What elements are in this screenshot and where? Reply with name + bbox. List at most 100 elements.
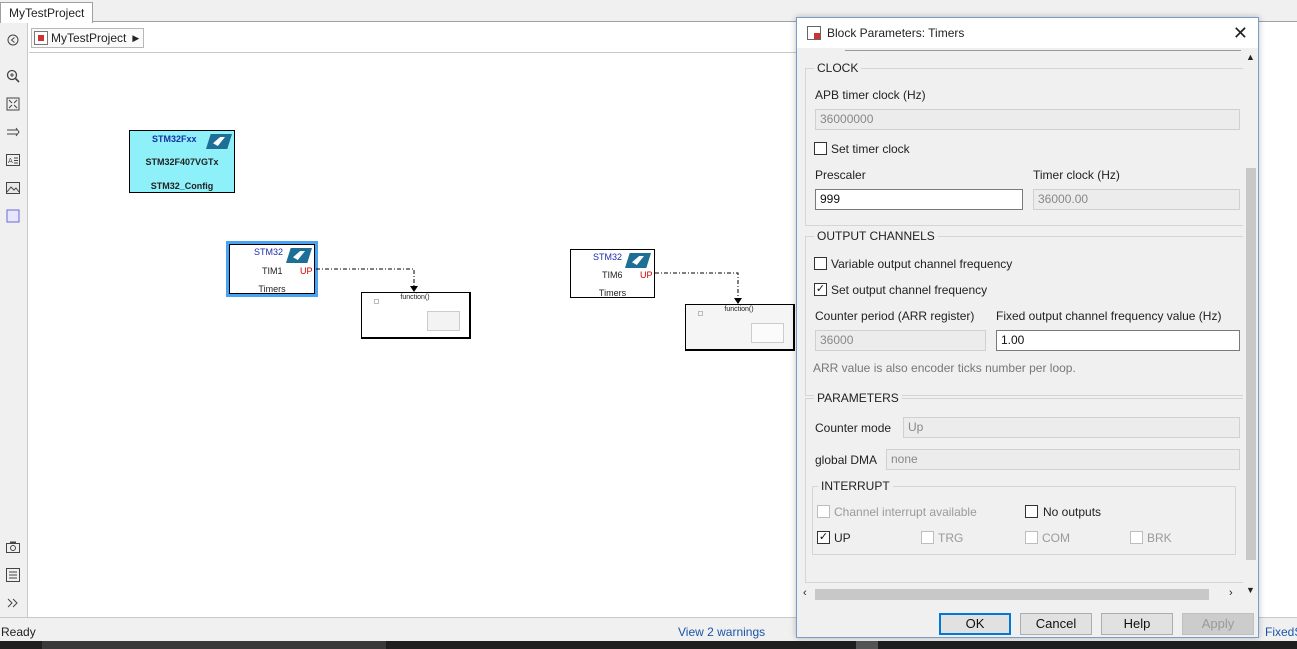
counter-mode-field: Up [903, 417, 1240, 438]
model-canvas[interactable]: STM32Fxx STM32F407VGTx STM32_Config STM3… [29, 54, 797, 617]
timer-clock-field: 36000.00 [1033, 189, 1240, 210]
func1-icon [427, 311, 460, 331]
parameters-group-label: PARAMETERS [814, 391, 902, 405]
left-toolbar: A [0, 23, 28, 617]
function-call-subsystem-2[interactable]: function() [685, 304, 795, 351]
trg-interrupt-label: TRG [938, 531, 964, 545]
st-logo-icon [625, 253, 651, 268]
no-outputs-checkbox[interactable] [1025, 505, 1038, 518]
st-logo-icon [286, 248, 312, 263]
counter-period-field: 36000 [815, 330, 986, 351]
model-browser-icon[interactable] [4, 566, 22, 584]
taskbar [0, 641, 1297, 649]
tim1-timer-label: TIM1 [262, 266, 283, 276]
status-ready: Ready [1, 625, 36, 639]
channel-interrupt-label: Channel interrupt available [834, 505, 977, 519]
tim6-timer-block[interactable]: STM32 TIM6 UP Timers [570, 249, 655, 298]
hide-browser-icon[interactable] [4, 31, 22, 49]
com-interrupt-label: COM [1042, 531, 1070, 545]
com-interrupt-checkbox [1025, 531, 1038, 544]
tim1-up-port[interactable]: UP [300, 266, 313, 276]
function-call-subsystem-1[interactable]: function() [361, 292, 471, 339]
func1-inport [374, 299, 379, 304]
horizontal-scroll-thumb[interactable] [815, 589, 1209, 600]
tim6-header: STM32 [593, 252, 623, 262]
fit-to-view-icon[interactable] [4, 95, 22, 113]
clock-group-label: CLOCK [814, 61, 862, 75]
scroll-up-icon[interactable]: ▲ [1246, 52, 1255, 62]
tim6-timer-label: TIM6 [602, 270, 623, 280]
tab-mytestproject[interactable]: MyTestProject [0, 2, 94, 23]
tim1-header: STM32 [254, 247, 284, 257]
stm32-config-block[interactable]: STM32Fxx STM32F407VGTx STM32_Config [129, 130, 235, 193]
signal-line-icon[interactable] [4, 123, 22, 141]
apb-clock-label: APB timer clock (Hz) [815, 88, 926, 102]
set-frequency-label: Set output channel frequency [831, 283, 988, 297]
brk-interrupt-checkbox [1130, 531, 1143, 544]
tim1-timer-block[interactable]: STM32 TIM1 UP Timers [229, 244, 315, 294]
solver-label[interactable]: FixedS [1265, 625, 1297, 639]
breadcrumb-label: MyTestProject [51, 31, 127, 45]
up-interrupt-checkbox[interactable]: ✓ [817, 531, 830, 544]
tab-label: MyTestProject [9, 6, 85, 20]
view-warnings-link[interactable]: View 2 warnings [678, 625, 765, 639]
config-device: STM32F407VGTx [145, 157, 219, 167]
set-timer-clock-checkbox[interactable] [814, 142, 827, 155]
clock-group: CLOCK APB timer clock (Hz) 36000000 Set … [805, 61, 1243, 226]
func2-inport [698, 311, 703, 316]
counter-mode-label: Counter mode [815, 421, 892, 435]
global-dma-field: none [886, 449, 1240, 470]
fixed-frequency-label: Fixed output channel frequency value (Hz… [996, 309, 1222, 323]
apb-clock-field: 36000000 [815, 109, 1240, 130]
close-icon[interactable]: ✕ [1233, 24, 1248, 42]
block-icon [807, 26, 821, 40]
output-channels-group-label: OUTPUT CHANNELS [814, 229, 938, 243]
cancel-button[interactable]: Cancel [1020, 613, 1092, 635]
output-channels-group: OUTPUT CHANNELS Variable output channel … [805, 229, 1243, 396]
tim1-name: Timers [258, 284, 286, 294]
timer-clock-label: Timer clock (Hz) [1033, 168, 1120, 182]
config-family: STM32Fxx [152, 134, 197, 144]
model-icon [34, 31, 48, 45]
annotation-icon[interactable]: A [4, 151, 22, 169]
set-frequency-checkbox[interactable]: ✓ [814, 283, 827, 296]
tim6-name: Timers [598, 288, 627, 298]
config-name: STM32_Config [150, 181, 214, 191]
scroll-down-icon[interactable]: ▼ [1246, 585, 1255, 595]
zoom-icon[interactable] [4, 67, 22, 85]
func2-icon [751, 323, 784, 343]
trg-interrupt-checkbox [921, 531, 934, 544]
expand-toolbar-icon[interactable] [4, 594, 22, 612]
brk-interrupt-label: BRK [1147, 531, 1172, 545]
screenshot-icon[interactable] [4, 538, 22, 556]
fixed-frequency-input[interactable]: 1.00 [996, 330, 1240, 351]
breadcrumb-bar: MyTestProject ▶ [29, 23, 797, 53]
vertical-scroll-thumb[interactable] [1246, 168, 1256, 560]
variable-frequency-checkbox[interactable] [814, 257, 827, 270]
variable-frequency-label: Variable output channel frequency [831, 257, 1013, 271]
breadcrumb[interactable]: MyTestProject ▶ [31, 28, 145, 48]
scroll-left-icon[interactable]: ‹ [803, 587, 807, 599]
help-button[interactable]: Help [1101, 613, 1173, 635]
block-parameters-dialog: Block Parameters: Timers ✕ CLOCK APB tim… [796, 17, 1259, 638]
up-interrupt-label: UP [834, 531, 851, 545]
vertical-scrollbar[interactable]: ▲ ▼ [1243, 48, 1258, 599]
image-icon[interactable] [4, 179, 22, 197]
tim6-up-port[interactable]: UP [640, 270, 653, 280]
no-outputs-label: No outputs [1043, 505, 1102, 519]
arr-note: ARR value is also encoder ticks number p… [813, 361, 1076, 375]
counter-period-label: Counter period (ARR register) [815, 309, 975, 323]
channel-interrupt-checkbox [817, 505, 830, 518]
dialog-title-bar[interactable]: Block Parameters: Timers ✕ [797, 18, 1258, 48]
horizontal-scrollbar[interactable]: ‹ › [801, 586, 1241, 603]
scroll-right-icon[interactable]: › [1229, 587, 1233, 599]
prescaler-input[interactable]: 999 [815, 189, 1023, 210]
svg-text:A: A [8, 157, 13, 165]
previous-section-edge [845, 48, 1241, 51]
global-dma-label: global DMA [815, 453, 878, 467]
st-logo-icon [206, 134, 232, 149]
dialog-title: Block Parameters: Timers [827, 26, 965, 40]
area-icon[interactable] [4, 207, 22, 225]
ok-button[interactable]: OK [939, 613, 1011, 635]
interrupt-group: INTERRUPT Channel interrupt available No… [812, 479, 1236, 555]
